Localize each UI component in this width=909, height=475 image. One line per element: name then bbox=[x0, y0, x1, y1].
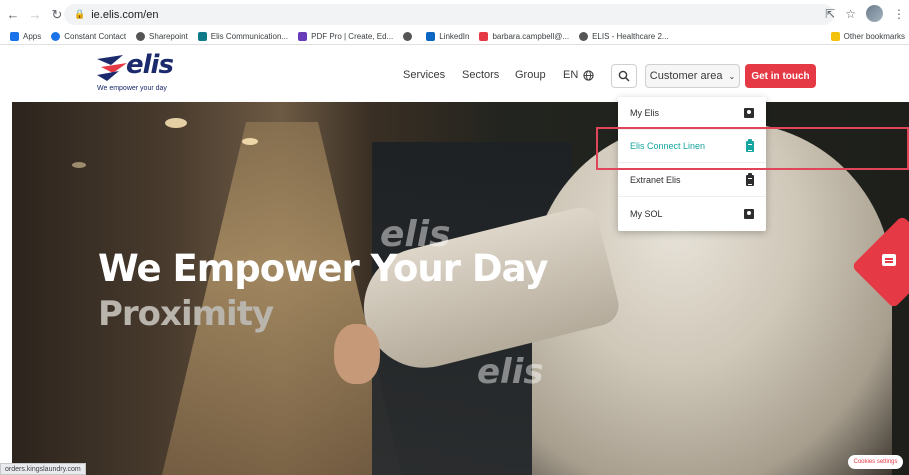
site-header: elis We empower your day Services Sector… bbox=[0, 45, 909, 102]
linkedin-icon bbox=[426, 32, 436, 41]
sharepoint-icon bbox=[197, 32, 207, 41]
bookmark-item[interactable] bbox=[403, 32, 416, 41]
customer-area-button[interactable]: Customer area ⌄ bbox=[645, 64, 740, 88]
dropdown-item-my-elis[interactable]: My Elis bbox=[618, 97, 766, 130]
language-selector[interactable]: EN bbox=[563, 69, 594, 81]
bookmarks-bar: Apps Constant Contact Sharepoint Elis Co… bbox=[0, 29, 909, 45]
language-label: EN bbox=[563, 69, 579, 81]
logo-wordmark: elis bbox=[126, 50, 174, 80]
folder-icon bbox=[830, 32, 840, 41]
back-icon[interactable]: ← bbox=[4, 6, 22, 24]
bookmark-item[interactable]: LinkedIn bbox=[426, 32, 469, 41]
bookmark-item[interactable]: PDF Pro | Create, Ed... bbox=[298, 32, 393, 41]
share-icon[interactable]: ⇱ bbox=[825, 7, 835, 21]
cookies-settings-button[interactable]: Cookies settings bbox=[848, 455, 903, 469]
browser-toolbar: ← → ↻ 🔒 ie.elis.com/en ⇱ ☆ ⋮ bbox=[0, 0, 909, 29]
apps-grid-icon bbox=[10, 32, 19, 41]
browser-actions: ⇱ ☆ ⋮ bbox=[825, 5, 905, 22]
nav-group[interactable]: Group bbox=[515, 69, 546, 81]
profile-avatar[interactable] bbox=[866, 5, 883, 22]
dropdown-item-label: Extranet Elis bbox=[630, 175, 681, 185]
constant-contact-icon bbox=[51, 32, 61, 41]
search-button[interactable] bbox=[611, 64, 637, 88]
hero-title: We Empower Your Day bbox=[98, 247, 549, 290]
globe-icon bbox=[403, 32, 413, 41]
nav-services[interactable]: Services bbox=[403, 69, 445, 81]
status-bar-url: orders.kingslaundry.com bbox=[0, 463, 86, 475]
hero-person-hand bbox=[334, 324, 380, 384]
menu-dots-icon[interactable]: ⋮ bbox=[893, 7, 905, 21]
bookmark-item[interactable]: ELIS - Healthcare 2... bbox=[579, 32, 669, 41]
dropdown-item-label: My Elis bbox=[630, 108, 659, 118]
other-bookmarks[interactable]: Other bookmarks bbox=[830, 32, 905, 41]
contact-card-icon bbox=[744, 208, 754, 219]
address-url: ie.elis.com/en bbox=[91, 8, 159, 21]
bookmark-item[interactable]: Elis Communication... bbox=[197, 32, 288, 41]
nav-sectors[interactable]: Sectors bbox=[462, 69, 499, 81]
hero-subtitle: Proximity bbox=[98, 294, 274, 334]
forward-icon[interactable]: → bbox=[26, 6, 44, 24]
bookmark-item[interactable]: Sharepoint bbox=[136, 32, 188, 41]
elis-logo-mark-icon bbox=[97, 55, 127, 81]
highlight-box bbox=[596, 127, 909, 170]
customer-area-label: Customer area bbox=[649, 70, 723, 82]
ceiling-light bbox=[242, 138, 258, 145]
ceiling-light bbox=[72, 162, 86, 168]
address-bar[interactable]: 🔒 ie.elis.com/en bbox=[64, 4, 834, 25]
pdf-icon bbox=[298, 32, 308, 41]
dropdown-item-my-sol[interactable]: My SOL bbox=[618, 197, 766, 230]
logo-tagline: We empower your day bbox=[97, 85, 167, 92]
bookmark-item[interactable]: barbara.campbell@... bbox=[479, 32, 569, 41]
search-icon bbox=[618, 70, 630, 82]
bookmark-item[interactable]: Apps bbox=[10, 32, 41, 41]
globe-icon bbox=[579, 32, 589, 41]
get-in-touch-button[interactable]: Get in touch bbox=[745, 64, 816, 88]
globe-icon bbox=[136, 32, 146, 41]
clipboard-icon bbox=[746, 172, 754, 186]
contact-card-icon bbox=[744, 108, 754, 118]
bookmark-item[interactable]: Constant Contact bbox=[51, 32, 126, 41]
cart-logo-print: elis bbox=[477, 352, 544, 392]
globe-icon bbox=[583, 69, 594, 81]
elis-logo[interactable]: elis We empower your day bbox=[97, 50, 187, 93]
ceiling-light bbox=[165, 118, 187, 128]
lock-icon[interactable]: 🔒 bbox=[74, 9, 85, 20]
elis-arrow-icon bbox=[479, 32, 489, 41]
bookmark-star-icon[interactable]: ☆ bbox=[845, 7, 856, 21]
dropdown-item-label: My SOL bbox=[630, 208, 663, 219]
chevron-down-icon: ⌄ bbox=[728, 71, 736, 81]
chat-icon[interactable] bbox=[882, 254, 896, 266]
